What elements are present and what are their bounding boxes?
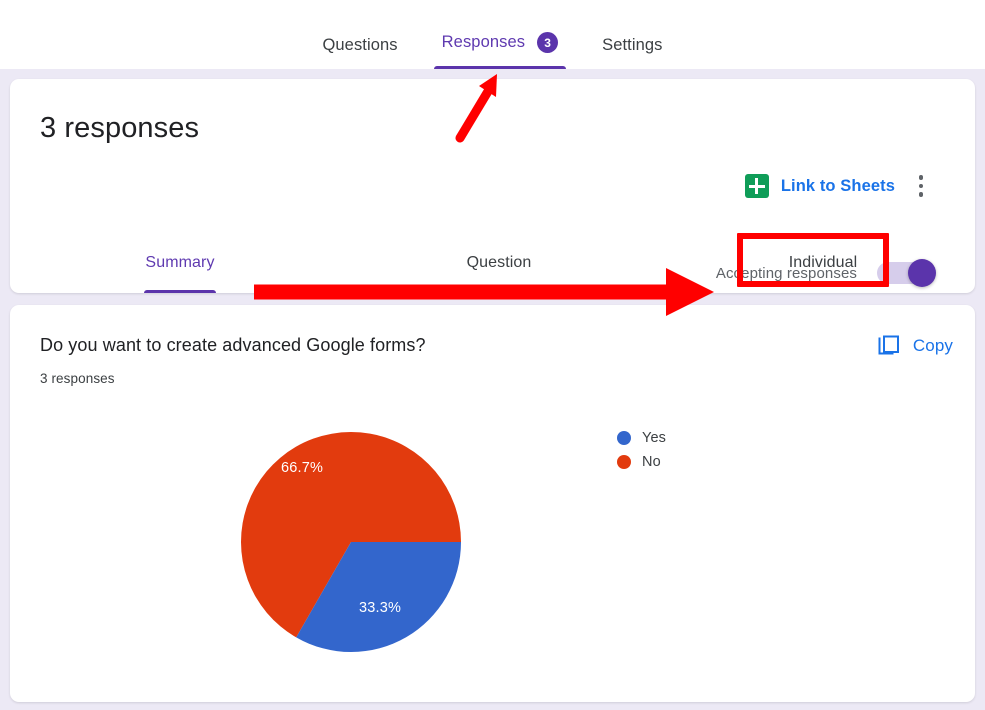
question-response-count: 3 responses bbox=[40, 371, 115, 386]
google-forms-responses-page: Questions Responses 3 Settings 3 respons… bbox=[0, 0, 985, 710]
tab-questions-label: Questions bbox=[322, 35, 398, 54]
subtab-summary-label: Summary bbox=[145, 254, 215, 271]
pie-chart-legend: Yes No bbox=[617, 426, 666, 474]
tab-responses[interactable]: Responses 3 bbox=[420, 32, 580, 69]
subtab-individual[interactable]: Individual bbox=[755, 233, 891, 293]
subtab-summary-underline bbox=[144, 289, 216, 293]
page-title: 3 responses bbox=[40, 112, 200, 144]
copy-icon bbox=[876, 333, 902, 359]
link-to-sheets-button[interactable]: Link to Sheets bbox=[744, 174, 895, 198]
tab-settings-label: Settings bbox=[602, 35, 663, 54]
subtab-question-label: Question bbox=[466, 254, 532, 271]
top-nav-bar: Questions Responses 3 Settings bbox=[0, 0, 985, 69]
more-vert-icon[interactable] bbox=[909, 174, 933, 198]
copy-label: Copy bbox=[912, 336, 953, 355]
link-to-sheets-label: Link to Sheets bbox=[780, 176, 895, 195]
legend-label-yes: Yes bbox=[642, 430, 666, 446]
pie-chart-container: 66.7% 33.3% Yes No bbox=[10, 400, 975, 700]
subtab-individual-label: Individual bbox=[788, 254, 858, 271]
pie-chart-svg bbox=[241, 432, 461, 653]
subtab-summary[interactable]: Summary bbox=[122, 233, 238, 293]
pie-chart: 66.7% 33.3% bbox=[231, 422, 471, 662]
legend-dot-yes bbox=[617, 431, 631, 445]
response-view-subtabs: Summary Question Individual bbox=[10, 233, 975, 293]
question-result-card: Do you want to create advanced Google fo… bbox=[10, 305, 975, 702]
pie-label-yes: 33.3% bbox=[359, 600, 402, 616]
pie-label-no: 66.7% bbox=[281, 460, 324, 476]
legend-item-yes: Yes bbox=[617, 426, 666, 450]
legend-label-no: No bbox=[642, 454, 661, 470]
tab-responses-underline bbox=[433, 65, 567, 69]
google-sheets-icon bbox=[744, 174, 769, 198]
question-text: Do you want to create advanced Google fo… bbox=[40, 335, 426, 355]
legend-dot-no bbox=[617, 455, 631, 469]
subtab-question[interactable]: Question bbox=[423, 233, 575, 293]
tab-settings[interactable]: Settings bbox=[580, 35, 684, 70]
responses-summary-card: 3 responses Link to Sheets Accepting res… bbox=[10, 79, 975, 293]
top-nav-tabs: Questions Responses 3 Settings bbox=[300, 32, 684, 69]
copy-chart-button[interactable]: Copy bbox=[876, 333, 953, 359]
responses-count-badge: 3 bbox=[537, 32, 559, 53]
tab-responses-label: Responses bbox=[441, 33, 526, 52]
legend-item-no: No bbox=[617, 450, 666, 474]
tab-questions[interactable]: Questions bbox=[300, 35, 419, 70]
